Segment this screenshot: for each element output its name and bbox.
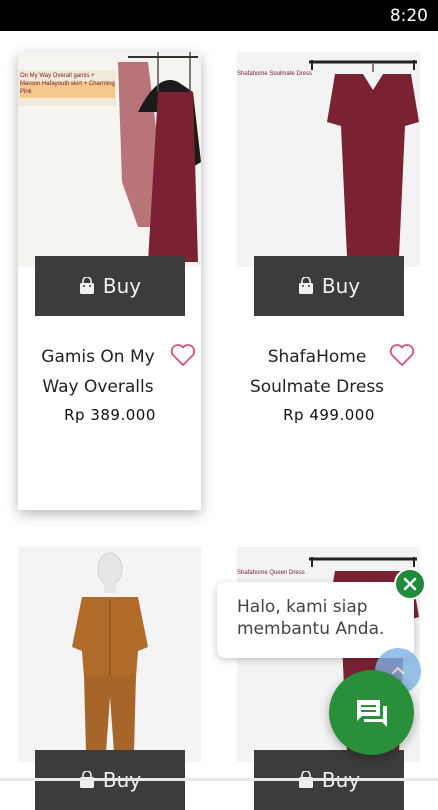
buy-label: Buy xyxy=(102,274,142,298)
maroon-dress-illustration xyxy=(309,60,419,257)
product-name[interactable]: ShafaHome Soulmate Dress xyxy=(242,342,392,402)
product-price: Rp 499.000 xyxy=(283,406,375,424)
image-caption: Shafahome Soulmate Dress xyxy=(237,71,313,77)
heart-icon[interactable] xyxy=(389,343,415,367)
product-price: Rp 389.000 xyxy=(64,406,156,424)
shopping-bag-icon xyxy=(79,277,94,294)
buy-label: Buy xyxy=(321,274,361,298)
chat-icon xyxy=(357,700,387,727)
status-bar: 8:20 xyxy=(0,0,438,31)
product-name[interactable]: Gamis On My Way Overalls xyxy=(23,342,173,402)
chat-button[interactable] xyxy=(329,670,414,755)
heart-icon[interactable] xyxy=(170,343,196,367)
buy-button[interactable]: Buy xyxy=(254,256,404,316)
brown-pajama-illustration xyxy=(72,552,148,752)
image-caption: Shafahome Queen Dress xyxy=(237,570,305,576)
product-image[interactable]: Shafahome Soulmate Dress xyxy=(237,52,420,267)
image-caption: On My Way Overall gamis + Maroon Hafayou… xyxy=(20,73,115,95)
shopping-bag-icon xyxy=(298,277,313,294)
buy-button[interactable]: Buy xyxy=(35,256,185,316)
product-card[interactable]: Shafahome Soulmate Dress Buy ShafaHome S… xyxy=(237,52,420,510)
close-icon xyxy=(403,577,417,591)
close-chat-button[interactable] xyxy=(394,568,426,600)
product-image[interactable] xyxy=(18,547,201,762)
product-image[interactable]: On My Way Overall gamis + Maroon Hafayou… xyxy=(18,52,201,267)
product-card[interactable]: Buy xyxy=(18,547,201,810)
status-time: 8:20 xyxy=(389,6,428,26)
chat-greeting-bubble[interactable]: Halo, kami siap membantu Anda. xyxy=(217,582,414,658)
product-card[interactable]: On My Way Overall gamis + Maroon Hafayou… xyxy=(18,52,201,510)
